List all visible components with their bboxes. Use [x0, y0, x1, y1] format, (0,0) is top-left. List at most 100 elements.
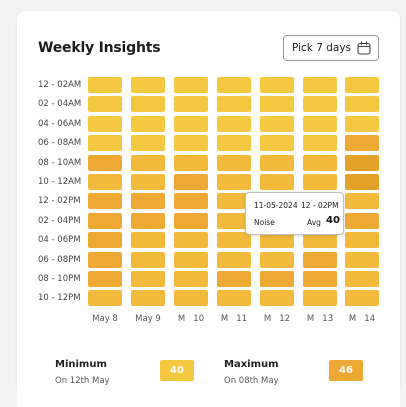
minimum-value-badge: 40: [160, 360, 194, 381]
heatmap-cell[interactable]: [88, 96, 122, 112]
heatmap-cell[interactable]: [174, 193, 208, 209]
heatmap-cell[interactable]: [217, 271, 251, 287]
maximum-label: Maximum: [224, 359, 279, 370]
heatmap-cell[interactable]: [345, 193, 379, 209]
pick-days-label: Pick 7 days: [292, 42, 352, 54]
heatmap-cell[interactable]: [88, 116, 122, 132]
heatmap-cell[interactable]: [88, 193, 122, 209]
heatmap-cell[interactable]: [345, 252, 379, 268]
heatmap-cell[interactable]: [345, 213, 379, 229]
heatmap-cell[interactable]: [174, 174, 208, 190]
heatmap-cell[interactable]: [345, 77, 379, 93]
heatmap-cell[interactable]: [131, 96, 165, 112]
heatmap-cell[interactable]: [345, 116, 379, 132]
heatmap-cell[interactable]: [217, 77, 251, 93]
maximum-value-badge: 46: [329, 360, 363, 381]
tooltip-metric: Noise: [254, 218, 275, 227]
heatmap-cell[interactable]: [345, 290, 379, 306]
heatmap-cell[interactable]: [131, 232, 165, 248]
heatmap-cell[interactable]: [303, 252, 337, 268]
heatmap-cell[interactable]: [174, 96, 208, 112]
heatmap-cell[interactable]: [131, 213, 165, 229]
heatmap-tooltip: 11-05-2024 12 - 02PM Noise Avg 40: [245, 192, 344, 235]
minimum-label: Minimum: [55, 359, 107, 370]
heatmap-cell[interactable]: [174, 252, 208, 268]
calendar-icon: [357, 41, 371, 55]
heatmap-cell[interactable]: [88, 155, 122, 171]
heatmap-cell[interactable]: [131, 271, 165, 287]
heatmap-cell[interactable]: [131, 290, 165, 306]
heatmap-cell[interactable]: [345, 155, 379, 171]
heatmap-cell[interactable]: [303, 271, 337, 287]
row-label: 02 - 04AM: [38, 99, 82, 109]
x-axis-label: M 10: [177, 314, 205, 324]
heatmap-cell[interactable]: [88, 271, 122, 287]
tooltip-avg-label: Avg: [307, 218, 321, 227]
heatmap-cell[interactable]: [131, 252, 165, 268]
heatmap-cell[interactable]: [303, 96, 337, 112]
row-label: 08 - 10AM: [38, 158, 82, 168]
heatmap-cell[interactable]: [345, 135, 379, 151]
heatmap-cell[interactable]: [131, 155, 165, 171]
heatmap-cell[interactable]: [303, 135, 337, 151]
heatmap-cell[interactable]: [131, 193, 165, 209]
row-label: 04 - 06PM: [38, 235, 81, 245]
heatmap-cell[interactable]: [131, 135, 165, 151]
heatmap-cell[interactable]: [217, 252, 251, 268]
heatmap-cell[interactable]: [174, 290, 208, 306]
heatmap-cell[interactable]: [88, 213, 122, 229]
heatmap-cell[interactable]: [174, 271, 208, 287]
heatmap-cell[interactable]: [260, 96, 294, 112]
page-title: Weekly Insights: [38, 40, 161, 56]
heatmap-cell[interactable]: [217, 116, 251, 132]
heatmap-cell[interactable]: [345, 96, 379, 112]
heatmap-cell[interactable]: [217, 155, 251, 171]
row-label: 10 - 12PM: [38, 293, 81, 303]
heatmap-cell[interactable]: [260, 290, 294, 306]
pick-days-button[interactable]: Pick 7 days: [283, 35, 379, 61]
heatmap-cell[interactable]: [303, 174, 337, 190]
heatmap-cell[interactable]: [260, 155, 294, 171]
heatmap-cell[interactable]: [303, 77, 337, 93]
heatmap-cell[interactable]: [88, 252, 122, 268]
heatmap-cell[interactable]: [88, 174, 122, 190]
row-label: 10 - 12AM: [38, 177, 82, 187]
heatmap-cell[interactable]: [174, 135, 208, 151]
heatmap-cell[interactable]: [260, 252, 294, 268]
heatmap-cell[interactable]: [88, 77, 122, 93]
heatmap-cell[interactable]: [260, 116, 294, 132]
heatmap-cell[interactable]: [303, 155, 337, 171]
x-axis-label: M 12: [263, 314, 291, 324]
row-label: 04 - 06AM: [38, 119, 82, 129]
x-axis-label: M 11: [220, 314, 248, 324]
heatmap-cell[interactable]: [131, 77, 165, 93]
heatmap-cell[interactable]: [345, 232, 379, 248]
heatmap-cell[interactable]: [303, 290, 337, 306]
heatmap-cell[interactable]: [88, 290, 122, 306]
heatmap-cell[interactable]: [260, 174, 294, 190]
heatmap-cell[interactable]: [303, 116, 337, 132]
heatmap-cell[interactable]: [345, 271, 379, 287]
heatmap-cell[interactable]: [217, 96, 251, 112]
tooltip-avg-value: 40: [326, 215, 340, 226]
row-label: 02 - 04PM: [38, 216, 81, 226]
heatmap-cell[interactable]: [174, 232, 208, 248]
heatmap-cell[interactable]: [174, 116, 208, 132]
heatmap-cell[interactable]: [217, 174, 251, 190]
heatmap-cell[interactable]: [174, 77, 208, 93]
heatmap-cell[interactable]: [260, 77, 294, 93]
maximum-date: On 08th May: [224, 376, 279, 386]
row-label: 12 - 02PM: [38, 196, 81, 206]
heatmap-cell[interactable]: [131, 174, 165, 190]
heatmap-cell[interactable]: [88, 232, 122, 248]
heatmap-cell[interactable]: [217, 135, 251, 151]
heatmap-cell[interactable]: [260, 271, 294, 287]
heatmap-cell[interactable]: [131, 116, 165, 132]
heatmap-cell[interactable]: [260, 135, 294, 151]
heatmap-cell[interactable]: [88, 135, 122, 151]
heatmap-cell[interactable]: [217, 290, 251, 306]
heatmap-cell[interactable]: [174, 155, 208, 171]
heatmap-cell[interactable]: [345, 174, 379, 190]
x-axis-label: May 9: [135, 314, 161, 324]
heatmap-cell[interactable]: [174, 213, 208, 229]
